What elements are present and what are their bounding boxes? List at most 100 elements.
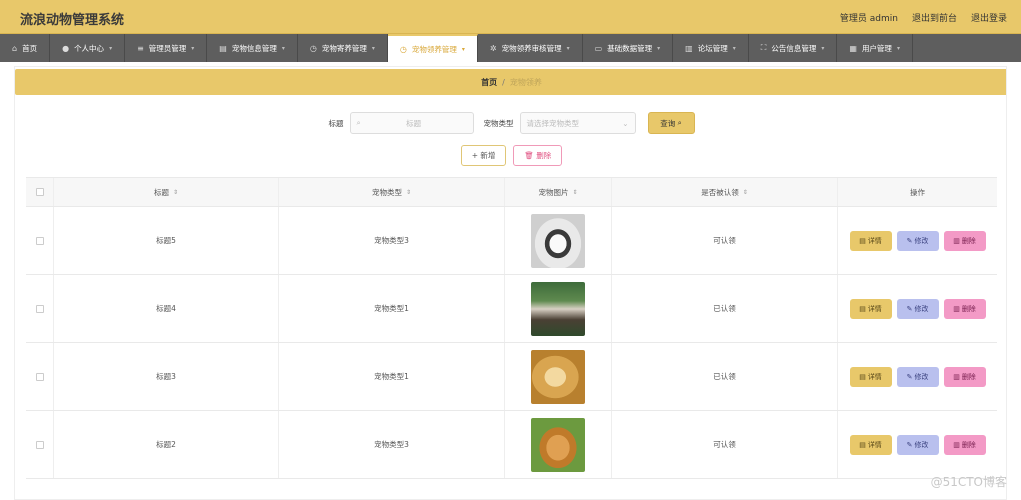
chevron-down-icon: ▾ xyxy=(191,44,195,52)
nav-item-adopt-review[interactable]: ✲ 宠物领养审核管理 ▾ xyxy=(478,34,583,62)
clock-icon: ◷ xyxy=(399,44,407,54)
table-row: 标题5 宠物类型3 可认领 ▤ 详情 ✎ 修改 ▥ 删除 xyxy=(26,207,997,275)
document-icon: ▤ xyxy=(859,304,866,313)
list-icon: ▦ xyxy=(849,43,857,53)
chevron-down-icon: ▾ xyxy=(732,44,736,52)
trash-icon: ▥ xyxy=(953,236,960,245)
exit-to-front-link[interactable]: 退出到前台 xyxy=(912,11,957,24)
nav-item-base-data[interactable]: ▭ 基础数据管理 ▾ xyxy=(583,34,674,62)
nav-item-foster[interactable]: ◷ 宠物寄养管理 ▾ xyxy=(298,34,388,62)
detail-button[interactable]: ▤ 详情 xyxy=(849,230,892,251)
pet-image-golden-on-grass[interactable] xyxy=(531,417,585,472)
breadcrumb-separator: / xyxy=(502,77,505,87)
query-button[interactable]: 查询 ⌕ xyxy=(647,112,695,134)
chevron-down-icon: ▾ xyxy=(371,44,375,52)
chevron-down-icon: ▾ xyxy=(657,44,661,52)
nav-item-admin[interactable]: ≡ 管理员管理 ▾ xyxy=(125,34,208,62)
action-bar: + 新增 🗑 删除 xyxy=(15,145,1006,167)
document-icon: ▤ xyxy=(859,372,866,381)
pencil-icon: ✎ xyxy=(906,440,913,449)
clock-icon: ◷ xyxy=(309,43,317,53)
nav-item-personal[interactable]: ● 个人中心 ▾ xyxy=(50,34,126,62)
chart-icon: ▥ xyxy=(685,43,693,53)
pet-image-husky-outdoor[interactable] xyxy=(531,281,585,336)
title-search-input[interactable]: ⌕ 标题 xyxy=(349,112,474,134)
chevron-down-icon: ▾ xyxy=(109,44,113,52)
delete-button[interactable]: ▥ 删除 xyxy=(943,230,986,251)
detail-button[interactable]: ▤ 详情 xyxy=(849,366,892,387)
trash-icon: ▥ xyxy=(953,372,960,381)
edit-button[interactable]: ✎ 修改 xyxy=(896,298,939,319)
top-header: 流浪动物管理系统 管理员 admin 退出到前台 退出登录 xyxy=(0,0,1021,34)
row-status: 已认领 xyxy=(612,275,838,342)
column-status[interactable]: 是否被认领 ⇕ xyxy=(612,178,838,206)
row-checkbox[interactable] xyxy=(35,236,44,245)
row-checkbox[interactable] xyxy=(35,440,44,449)
nav-item-notice[interactable]: ⛶ 公告信息管理 ▾ xyxy=(749,34,838,62)
nav-item-users[interactable]: ▦ 用户管理 ▾ xyxy=(837,34,913,62)
watermark: @51CTO博客 xyxy=(930,475,1007,489)
batch-delete-button[interactable]: 🗑 删除 xyxy=(513,145,563,166)
settings-icon: ✲ xyxy=(489,43,497,53)
row-title: 标题3 xyxy=(54,343,279,410)
delete-button[interactable]: ▥ 删除 xyxy=(943,298,986,319)
top-links: 管理员 admin 退出到前台 退出登录 xyxy=(840,11,1007,24)
pet-image-husky-puppy[interactable] xyxy=(531,213,585,268)
breadcrumb-current: 宠物领养 xyxy=(509,77,542,87)
delete-button[interactable]: ▥ 删除 xyxy=(943,434,986,455)
nav-item-home[interactable]: ⌂ 首页 xyxy=(0,34,51,62)
chevron-down-icon: ⌄ xyxy=(622,118,629,128)
row-title: 标题5 xyxy=(54,207,279,274)
select-all-checkbox[interactable] xyxy=(35,188,44,196)
edit-button[interactable]: ✎ 修改 xyxy=(896,434,939,455)
column-title[interactable]: 标题 ⇕ xyxy=(54,178,279,206)
table-header: 标题 ⇕ 宠物类型 ⇕ 宠物图片 ⇕ 是否被认领 ⇕ 操作 xyxy=(26,177,997,207)
row-type: 宠物类型1 xyxy=(279,275,505,342)
column-image[interactable]: 宠物图片 ⇕ xyxy=(505,178,612,206)
search-icon: ⌕ xyxy=(675,118,682,127)
plus-icon: + xyxy=(471,151,481,160)
logout-link[interactable]: 退出登录 xyxy=(971,11,1007,24)
pet-image-golden-retriever[interactable] xyxy=(531,349,585,404)
row-type: 宠物类型3 xyxy=(279,411,505,478)
edit-button[interactable]: ✎ 修改 xyxy=(896,366,939,387)
detail-button[interactable]: ▤ 详情 xyxy=(849,298,892,319)
app-title: 流浪动物管理系统 xyxy=(20,13,125,28)
row-status: 已认领 xyxy=(612,343,838,410)
trash-icon: ▥ xyxy=(953,440,960,449)
row-type: 宠物类型3 xyxy=(279,207,505,274)
pencil-icon: ✎ xyxy=(906,236,913,245)
chevron-down-icon: ▾ xyxy=(281,44,285,52)
column-type[interactable]: 宠物类型 ⇕ xyxy=(279,178,505,206)
add-button[interactable]: + 新增 xyxy=(460,145,507,166)
table-row: 标题4 宠物类型1 已认领 ▤ 详情 ✎ 修改 ▥ 删除 xyxy=(26,275,997,343)
row-title: 标题4 xyxy=(54,275,279,342)
breadcrumb-home[interactable]: 首页 xyxy=(481,77,497,88)
pencil-icon: ✎ xyxy=(906,372,913,381)
row-checkbox[interactable] xyxy=(35,304,44,313)
breadcrumb: 首页 / 宠物领养 xyxy=(15,69,1006,95)
nav-item-adopt[interactable]: ◷ 宠物领养管理 ▾ xyxy=(387,34,478,62)
home-icon: ⌂ xyxy=(12,43,18,53)
table-row: 标题3 宠物类型1 已认领 ▤ 详情 ✎ 修改 ▥ 删除 xyxy=(26,343,997,411)
chevron-down-icon: ▾ xyxy=(821,44,825,52)
edit-button[interactable]: ✎ 修改 xyxy=(896,230,939,251)
type-label: 宠物类型 xyxy=(483,118,514,128)
document-icon: ▤ xyxy=(859,236,866,245)
nav-item-pet-info[interactable]: ▤ 宠物信息管理 ▾ xyxy=(207,34,298,62)
table-row: 标题2 宠物类型3 可认领 ▤ 详情 ✎ 修改 ▥ 删除 xyxy=(26,411,997,479)
detail-button[interactable]: ▤ 详情 xyxy=(849,434,892,455)
user-icon: ● xyxy=(62,43,70,53)
title-label: 标题 xyxy=(328,118,344,128)
sort-icon: ⇕ xyxy=(572,188,578,196)
row-checkbox[interactable] xyxy=(35,372,44,381)
row-type: 宠物类型1 xyxy=(279,343,505,410)
pet-type-select[interactable]: 请选择宠物类型 ⌄ xyxy=(519,112,636,134)
admin-label: 管理员 admin xyxy=(839,14,898,24)
delete-button[interactable]: ▥ 删除 xyxy=(943,366,986,387)
nav-item-forum[interactable]: ▥ 论坛管理 ▾ xyxy=(673,34,749,62)
trash-icon: 🗑 xyxy=(524,151,537,160)
main-content: 首页 / 宠物领养 标题 ⌕ 标题 宠物类型 请选择宠物类型 ⌄ 查询 ⌕ + … xyxy=(14,66,1007,500)
adoption-table: 标题 ⇕ 宠物类型 ⇕ 宠物图片 ⇕ 是否被认领 ⇕ 操作 标题5 宠物类型3 可认领 … xyxy=(26,177,997,479)
chevron-down-icon: ▾ xyxy=(461,45,465,53)
